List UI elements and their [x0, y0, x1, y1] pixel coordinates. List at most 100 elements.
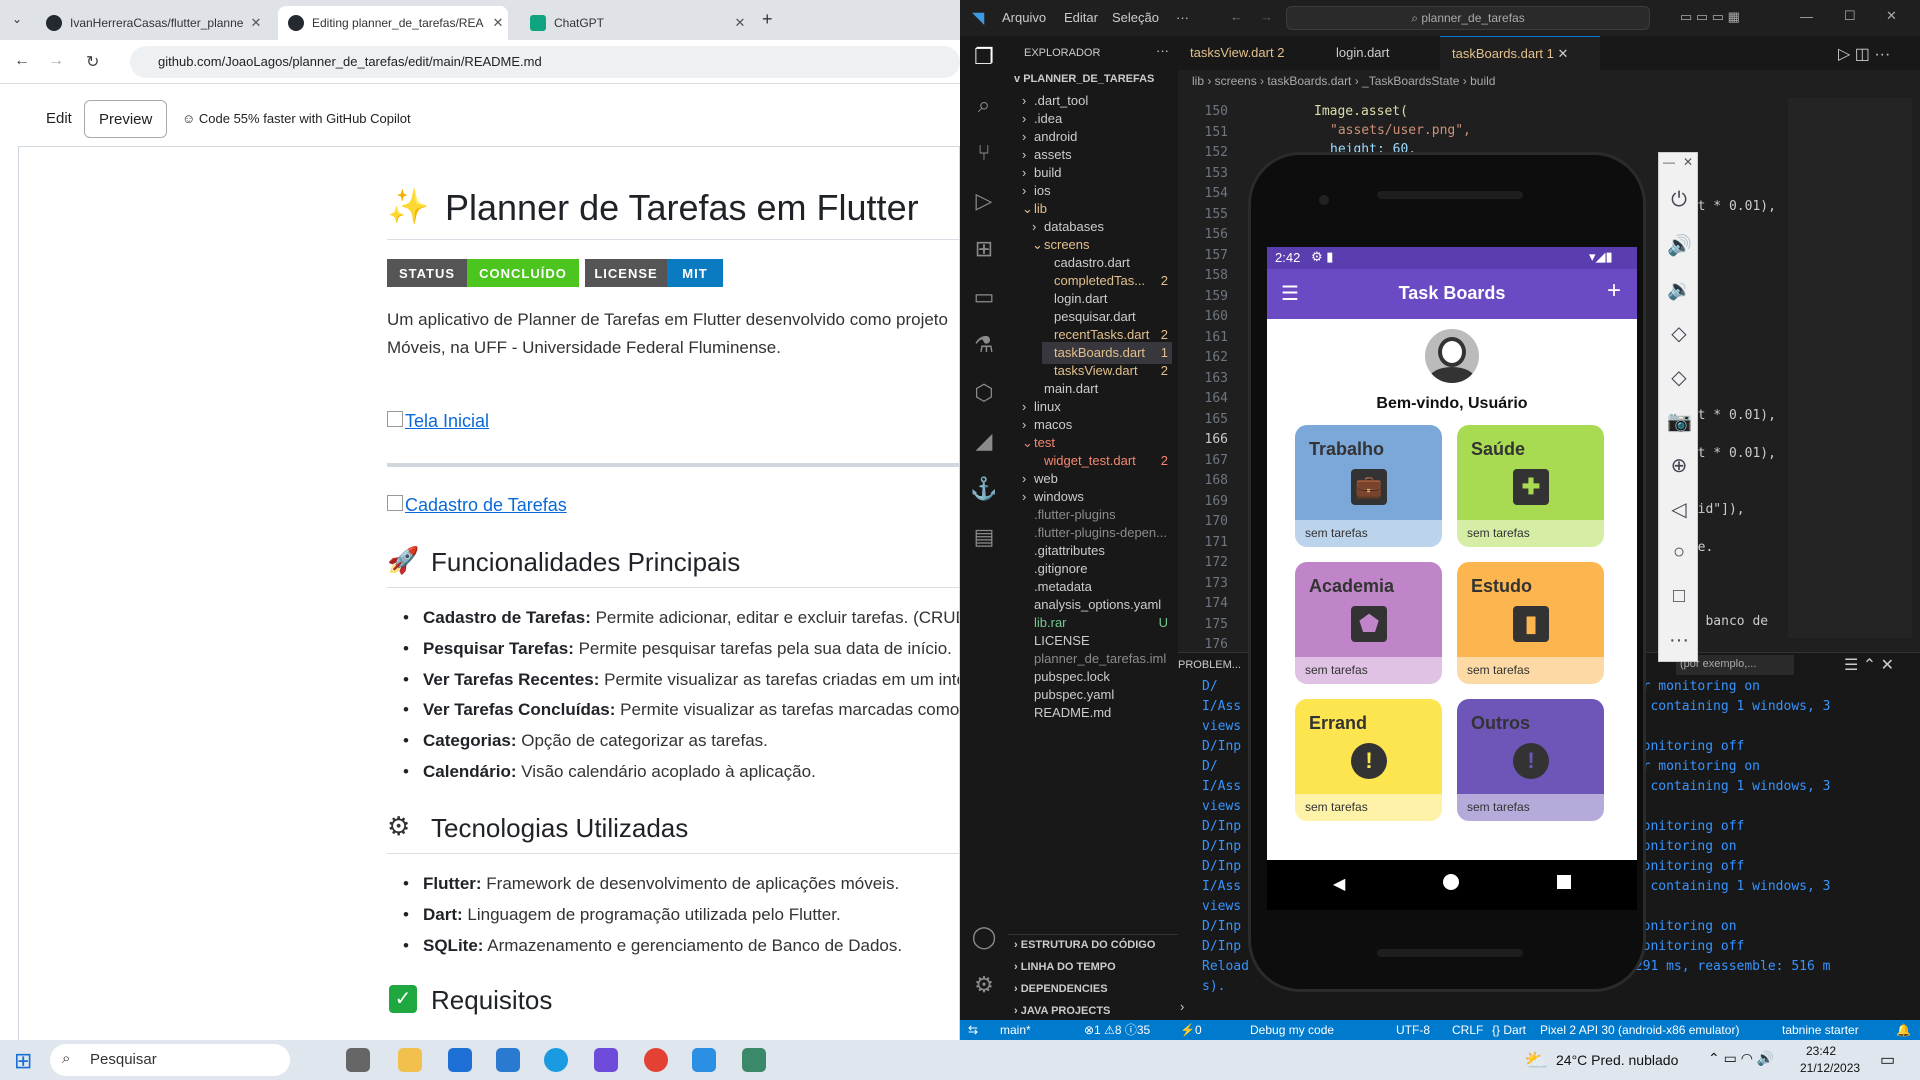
code-line[interactable]: "assets/user.png",: [1330, 123, 1471, 138]
license-badge-key[interactable]: LICENSE: [585, 259, 667, 287]
deploy-icon[interactable]: ⚓: [970, 476, 998, 504]
image-link-tela-inicial[interactable]: Tela Inicial: [405, 411, 489, 432]
power-icon[interactable]: ⏻: [1667, 189, 1691, 212]
minimap[interactable]: [1788, 98, 1912, 638]
close-icon[interactable]: ✕: [246, 15, 266, 31]
browser-tab-3[interactable]: ChatGPT ✕: [520, 6, 750, 40]
category-card-errand[interactable]: Errand! sem tarefas: [1295, 699, 1442, 821]
chrome-icon[interactable]: [644, 1048, 668, 1072]
more-actions-icon[interactable]: ···: [1156, 40, 1169, 62]
new-tab-button[interactable]: +: [762, 9, 773, 30]
section-outline[interactable]: › ESTRUTURA DO CÓDIGO: [1014, 934, 1155, 956]
menu-selecao[interactable]: Seleção: [1112, 10, 1159, 25]
tab-tasksview[interactable]: tasksView.dart 2: [1178, 36, 1324, 70]
url-field[interactable]: github.com/JoaoLagos/planner_de_tarefas/…: [130, 46, 960, 78]
forward-icon[interactable]: →: [48, 52, 64, 70]
emulator-taskbar-icon[interactable]: [742, 1048, 766, 1072]
problems-tab[interactable]: PROBLEM...: [1178, 659, 1241, 671]
command-center-search[interactable]: ⌕ planner_de_tarefas: [1286, 6, 1650, 30]
section-dependencies[interactable]: › DEPENDENCIES: [1014, 978, 1108, 1000]
category-card-outros[interactable]: Outros! sem tarefas: [1457, 699, 1604, 821]
panel-actions-icon[interactable]: ☰ ⌃ ✕: [1844, 655, 1894, 675]
close-icon[interactable]: ✕: [1683, 155, 1693, 169]
extensions-icon[interactable]: ⊞: [970, 236, 998, 264]
mail-icon[interactable]: [496, 1048, 520, 1072]
nav-back-icon[interactable]: ◀: [1333, 874, 1345, 894]
nav-recents-icon[interactable]: [1557, 875, 1571, 889]
category-card-estudo[interactable]: Estudo ▮ sem tarefas: [1457, 562, 1604, 684]
volume-down-icon[interactable]: 🔉: [1667, 277, 1692, 302]
nav-back-icon[interactable]: ←: [1230, 9, 1243, 24]
status-badge-key[interactable]: STATUS: [387, 259, 467, 287]
console-prompt-icon[interactable]: ›: [1180, 999, 1184, 1014]
home-icon[interactable]: ○: [1667, 541, 1691, 564]
device-selector[interactable]: Pixel 2 API 30 (android-x86 emulator): [1540, 1020, 1739, 1040]
clock-time[interactable]: 23:42: [1806, 1044, 1836, 1058]
file-tree-item[interactable]: README.md: [1022, 702, 1172, 724]
volume-up-icon[interactable]: 🔊: [1667, 233, 1692, 258]
clock-date[interactable]: 21/12/2023: [1800, 1061, 1860, 1075]
rotate-right-icon[interactable]: ◇: [1667, 365, 1691, 390]
weather-text[interactable]: 24°C Pred. nublado: [1556, 1052, 1678, 1068]
testing-icon[interactable]: ⚗: [970, 332, 998, 360]
menu-more[interactable]: ···: [1176, 10, 1189, 25]
nav-forward-icon[interactable]: →: [1260, 9, 1273, 24]
preview-tab[interactable]: Preview: [84, 100, 168, 138]
line-endings[interactable]: CRLF: [1452, 1020, 1483, 1040]
menu-editar[interactable]: Editar: [1064, 10, 1098, 25]
explorer-icon[interactable]: ❐: [970, 44, 998, 72]
copilot-promo[interactable]: ☺ Code 55% faster with GitHub Copilot: [182, 111, 411, 126]
settings-gear-icon[interactable]: ⚙: [970, 972, 998, 1000]
tab-list-chevron-icon[interactable]: ⌄: [12, 12, 22, 26]
minimize-icon[interactable]: —: [1800, 9, 1813, 24]
file-explorer-icon[interactable]: [398, 1048, 422, 1072]
layout-icon[interactable]: ▭ ▭ ▭ ▦: [1680, 9, 1740, 25]
tab-taskboards[interactable]: taskBoards.dart 1 ✕: [1440, 36, 1600, 70]
start-icon[interactable]: ⊞: [14, 1048, 32, 1074]
image-link-cadastro[interactable]: Cadastro de Tarefas: [405, 495, 567, 516]
flutter-icon[interactable]: ◢: [970, 428, 998, 456]
more-icon[interactable]: ···: [1667, 629, 1691, 652]
remote-explorer-icon[interactable]: ▭: [970, 284, 998, 312]
overview-icon[interactable]: □: [1667, 585, 1691, 608]
close-icon[interactable]: ✕: [730, 15, 750, 31]
close-icon[interactable]: ✕: [1558, 46, 1569, 61]
browser-tab-1[interactable]: IvanHerreraCasas/flutter_planne ✕: [36, 6, 266, 40]
encoding[interactable]: UTF-8: [1396, 1020, 1430, 1040]
add-icon[interactable]: +: [1607, 277, 1621, 305]
run-debug-icon[interactable]: ▷: [970, 188, 998, 216]
source-control-icon[interactable]: ⑂: [970, 140, 998, 168]
camera-icon[interactable]: 📷: [1667, 409, 1692, 434]
back-icon[interactable]: ←: [14, 52, 30, 70]
section-timeline[interactable]: › LINHA DO TEMPO: [1014, 956, 1116, 978]
nav-home-icon[interactable]: [1443, 874, 1459, 890]
task-view-icon[interactable]: [346, 1048, 370, 1072]
clipchamp-icon[interactable]: [594, 1048, 618, 1072]
search-icon[interactable]: ⌕: [970, 92, 998, 120]
system-tray-icons[interactable]: ⌃ ▭ ◠ 🔊: [1708, 1050, 1774, 1067]
project-folder[interactable]: v PLANNER_DE_TAREFAS: [1014, 68, 1154, 90]
chat-icon[interactable]: ▤: [970, 524, 998, 552]
language-mode[interactable]: {} Dart: [1492, 1020, 1526, 1040]
reload-icon[interactable]: ↻: [86, 52, 99, 72]
status-badge-value[interactable]: CONCLUÍDO: [467, 259, 579, 287]
section-java-projects[interactable]: › JAVA PROJECTS: [1014, 1000, 1110, 1020]
containers-icon[interactable]: ⬡: [970, 380, 998, 408]
vscode-taskbar-icon[interactable]: [692, 1048, 716, 1072]
git-branch[interactable]: main*: [1000, 1020, 1031, 1040]
taskbar-search[interactable]: ⌕ Pesquisar: [50, 1044, 290, 1076]
close-icon[interactable]: ✕: [488, 15, 508, 31]
license-badge-value[interactable]: MIT: [667, 259, 723, 287]
close-icon[interactable]: ✕: [1886, 8, 1897, 24]
rotate-left-icon[interactable]: ◇: [1667, 321, 1691, 346]
edge-icon[interactable]: [544, 1048, 568, 1072]
tab-login[interactable]: login.dart: [1324, 36, 1440, 70]
notifications-icon[interactable]: 🔔: [1896, 1020, 1911, 1040]
browser-tab-2[interactable]: Editing planner_de_tarefas/REA ✕: [278, 6, 508, 40]
category-card-saúde[interactable]: Saúde ✚ sem tarefas: [1457, 425, 1604, 547]
category-card-trabalho[interactable]: Trabalho 💼 sem tarefas: [1295, 425, 1442, 547]
zoom-icon[interactable]: ⊕: [1667, 453, 1691, 478]
edit-tab[interactable]: Edit: [32, 100, 86, 138]
run-icon[interactable]: ▷ ◫ ···: [1838, 44, 1890, 64]
store-icon[interactable]: [448, 1048, 472, 1072]
